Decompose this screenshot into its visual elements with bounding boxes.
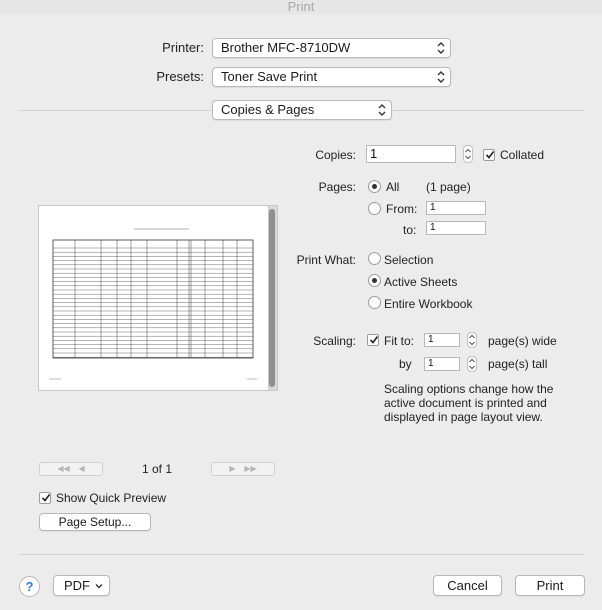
help-button[interactable]: ? [19,576,40,597]
print-preview [38,205,278,391]
print-what-entire-workbook-label: Entire Workbook [384,297,473,311]
fit-tall-stepper[interactable] [467,356,477,372]
chevron-down-icon [95,584,103,589]
section-value: Copies & Pages [221,102,315,117]
fit-to-checkbox[interactable] [367,334,379,346]
pages-from-label: From: [386,202,418,216]
preview-page-indicator: 1 of 1 [142,462,173,476]
pages-count: (1 page) [426,180,471,194]
preview-nav-back[interactable]: ◀◀ ◀ [39,462,103,476]
printer-popup[interactable]: Brother MFC-8710DW [212,38,451,58]
print-what-active-sheets-radio[interactable] [368,274,381,287]
fit-to-label: Fit to: [384,334,415,348]
print-what-label: Print What: [296,253,356,267]
pdf-label: PDF [64,578,90,593]
preview-sheet-thumbnail [49,228,257,380]
print-what-entire-workbook-radio[interactable] [368,296,381,309]
print-button[interactable]: Print [515,575,585,596]
collated-checkbox[interactable] [483,149,495,161]
window-title: Print [0,0,602,14]
pages-label: Pages: [318,180,356,194]
print-what-active-sheets-label: Active Sheets [384,275,458,289]
printer-label: Printer: [162,40,204,55]
quick-preview-label: Show Quick Preview [56,491,167,505]
pages-all-radio[interactable] [368,180,381,193]
checkmark-icon [41,494,51,502]
section-popup[interactable]: Copies & Pages [212,100,392,120]
chevron-updown-icon [378,104,386,116]
copies-stepper[interactable] [463,145,473,163]
preview-page [39,206,269,390]
pdf-menu-button[interactable]: PDF [53,575,110,596]
copies-label: Copies: [315,148,356,162]
preview-nav-forward[interactable]: ▶ ▶▶ [211,462,275,476]
scaling-label: Scaling: [313,334,356,348]
presets-popup[interactable]: Toner Save Print [212,67,451,87]
presets-value: Toner Save Print [221,69,318,84]
fit-tall-field[interactable]: 1 [424,357,460,371]
fit-wide-label: page(s) wide [488,334,557,348]
collated-label: Collated [500,148,545,162]
checkmark-icon [369,336,379,344]
cancel-button[interactable]: Cancel [433,575,502,596]
chevron-updown-icon [437,42,445,54]
scaling-note: Scaling options change how the active do… [384,382,554,424]
pages-from-field[interactable]: 1 [426,201,486,215]
pages-all-label: All [386,180,400,194]
quick-preview-checkbox[interactable] [39,492,51,504]
print-what-selection-label: Selection [384,253,434,267]
preview-scrollbar[interactable] [269,209,275,387]
fit-by-label: by [399,357,412,371]
pages-to-field[interactable]: 1 [426,221,486,235]
print-what-selection-radio[interactable] [368,252,381,265]
copies-field[interactable]: 1 [366,145,456,163]
pages-to-label: to: [403,223,417,237]
fit-tall-label: page(s) tall [488,357,548,371]
chevron-updown-icon [437,71,445,83]
fit-wide-stepper[interactable] [467,332,477,348]
checkmark-icon [485,151,495,159]
page-setup-button[interactable]: Page Setup... [39,513,151,531]
fit-wide-field[interactable]: 1 [424,333,460,347]
pages-from-radio[interactable] [368,202,381,215]
printer-value: Brother MFC-8710DW [221,40,351,55]
footer-separator [19,554,585,555]
presets-label: Presets: [156,69,204,84]
